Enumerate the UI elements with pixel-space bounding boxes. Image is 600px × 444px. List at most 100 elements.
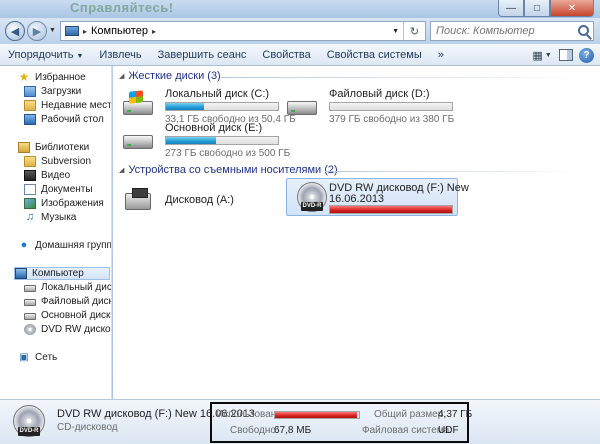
minimize-button[interactable]: —	[498, 0, 524, 17]
sidebar-item-libraries[interactable]: Библиотеки	[18, 141, 89, 154]
command-bar: Упорядочить ▼ Извлечь Завершить сеанс Сво…	[0, 44, 600, 66]
hard-drive-icon	[24, 299, 36, 306]
search-input[interactable]	[436, 25, 574, 37]
refresh-button[interactable]: ↻	[403, 22, 425, 40]
back-arrow-icon: ◀	[10, 25, 20, 38]
drive-tile-c[interactable]: Локальный диск (C:) 33,1 ГБ свободно из …	[121, 88, 296, 125]
sidebar-item-documents[interactable]: Документы	[24, 183, 93, 196]
navigation-pane: ★ Избранное Загрузки Недавние места Рабоч…	[0, 66, 112, 399]
content-area: ◢ Жесткие диски (3) Локальный диск (C:) 3…	[113, 66, 600, 399]
drive-usage-bar	[329, 102, 453, 111]
star-icon: ★	[18, 70, 30, 84]
sidebar-item-recent-places[interactable]: Недавние места	[24, 99, 112, 112]
total-size-label: Общий размер:	[374, 409, 447, 420]
address-bar[interactable]: ▸ Компьютер ▸ ▼ ↻	[60, 21, 426, 41]
sidebar-item-drive-d[interactable]: Файловый диск (D:)	[24, 295, 112, 308]
details-highlight-box: Использовано: Свободно: 67,8 МБ Общий ра…	[210, 402, 472, 443]
computer-icon	[65, 26, 79, 36]
title-bar: Справляйтесь! — □ ✕	[0, 0, 600, 18]
change-view-button[interactable]: ▦ ▼	[531, 47, 553, 63]
eject-button[interactable]: Извлечь	[91, 44, 149, 66]
system-properties-button[interactable]: Свойства системы	[319, 44, 430, 66]
address-history-dropdown[interactable]: ▼	[392, 28, 399, 35]
more-commands-button[interactable]: »	[430, 44, 452, 66]
breadcrumb-computer[interactable]: Компьютер	[91, 25, 148, 37]
drive-usage-fill	[166, 103, 205, 110]
filesystem-value: UDF	[438, 425, 459, 436]
hard-disks-group-header[interactable]: ◢ Жесткие диски (3)	[119, 70, 221, 82]
sidebar-item-video[interactable]: Видео	[24, 169, 70, 182]
drive-usage-fill	[330, 206, 452, 213]
subversion-library-icon	[24, 156, 36, 167]
view-controls: ▦ ▼ ?	[531, 47, 594, 63]
preview-pane-icon[interactable]	[559, 49, 573, 61]
drive-name: Основной диск (E:)	[165, 122, 263, 134]
sidebar-item-drive-e[interactable]: Основной диск (E:)	[24, 309, 111, 322]
dvd-badge: DVD-R	[18, 427, 40, 436]
drive-tile-e[interactable]: Основной диск (E:) 273 ГБ свободно из 50…	[121, 122, 290, 159]
properties-button[interactable]: Свойства	[254, 44, 318, 66]
end-session-button[interactable]: Завершить сеанс	[150, 44, 255, 66]
organize-label: Упорядочить	[8, 48, 74, 61]
forward-button[interactable]: ▶	[27, 21, 47, 41]
search-icon[interactable]	[578, 25, 589, 36]
desktop-icon	[24, 114, 36, 125]
free-label: Свободно:	[230, 425, 279, 436]
sidebar-item-downloads[interactable]: Загрузки	[24, 85, 81, 98]
sidebar-item-computer[interactable]: Компьютер	[14, 267, 110, 280]
dvd-disc-icon: DVD-R	[13, 405, 47, 439]
explorer-window: Справляйтесь! — □ ✕ ◀ ▶ ▼ ▸ Компьютер ▸ …	[0, 0, 600, 444]
hard-drive-icon	[24, 285, 36, 292]
libraries-icon	[18, 142, 30, 153]
sidebar-item-subversion[interactable]: Subversion	[24, 155, 91, 168]
selected-item-type: CD-дисковод	[57, 422, 118, 433]
dvd-drive-tile[interactable]: DVD-R DVD RW дисковод (F:) New 16.06.201…	[286, 178, 469, 216]
documents-library-icon	[24, 184, 36, 195]
sidebar-item-music[interactable]: ♫ Музыка	[24, 211, 77, 224]
help-icon[interactable]: ?	[579, 47, 594, 63]
hard-drive-icon	[285, 91, 317, 121]
floppy-drive-tile[interactable]: Дисковод (A:)	[121, 182, 271, 218]
drive-usage-bar	[165, 136, 279, 145]
sidebar-item-desktop[interactable]: Рабочий стол	[24, 113, 104, 126]
recent-pages-dropdown[interactable]: ▼	[49, 27, 56, 34]
back-button[interactable]: ◀	[5, 21, 25, 41]
group-title: Устройства со съемными носителями (2)	[128, 164, 338, 176]
chevron-down-icon: ▼	[76, 52, 84, 60]
sidebar-item-label: DVD RW дисковод (	[41, 324, 111, 335]
sidebar-item-label: Локальный диск (C	[41, 282, 112, 293]
search-box[interactable]	[430, 21, 594, 41]
drive-usage-bar	[329, 205, 453, 214]
drive-free-space: 379 ГБ свободно из 380 ГБ	[329, 114, 455, 125]
hard-drive-icon	[121, 90, 153, 121]
sidebar-item-label: Subversion	[41, 156, 92, 167]
breadcrumb-chevron-icon[interactable]: ▸	[152, 27, 156, 36]
sidebar-item-network[interactable]: ▣ Сеть	[18, 351, 57, 364]
used-space-fill	[275, 412, 358, 418]
address-row: ◀ ▶ ▼ ▸ Компьютер ▸ ▼ ↻	[0, 18, 600, 44]
sidebar-item-label: Изображения	[41, 198, 104, 209]
breadcrumb-separator-icon[interactable]: ▸	[83, 27, 87, 36]
sidebar-item-favorites[interactable]: ★ Избранное	[18, 71, 86, 84]
drive-usage-fill	[166, 137, 217, 144]
drive-free-space: 273 ГБ свободно из 500 ГБ	[165, 148, 291, 159]
details-pane: DVD-R DVD RW дисковод (F:) New 16.06.201…	[0, 399, 600, 444]
organize-button[interactable]: Упорядочить ▼	[0, 44, 91, 66]
windows-logo-icon	[129, 90, 143, 104]
sidebar-item-label: Избранное	[35, 72, 86, 83]
sidebar-item-dvd-drive[interactable]: DVD RW дисковод (	[24, 323, 111, 336]
removable-group-header[interactable]: ◢ Устройства со съемными носителями (2)	[119, 164, 338, 176]
sidebar-item-label: Видео	[41, 170, 71, 181]
maximize-button[interactable]: □	[524, 0, 550, 17]
used-space-bar	[274, 411, 360, 419]
sidebar-item-label: Домашняя группа	[35, 240, 112, 251]
collapse-triangle-icon: ◢	[119, 167, 125, 174]
sidebar-item-homegroup[interactable]: ● Домашняя группа	[18, 239, 112, 252]
close-button[interactable]: ✕	[550, 0, 594, 17]
sidebar-item-label: Файловый диск (D:)	[41, 296, 112, 307]
sidebar-item-drive-c[interactable]: Локальный диск (C	[24, 281, 112, 294]
view-grid-icon: ▦	[532, 49, 543, 62]
sidebar-item-pictures[interactable]: Изображения	[24, 197, 104, 210]
drive-tile-d[interactable]: Файловый диск (D:) 379 ГБ свободно из 38…	[285, 88, 485, 125]
sidebar-item-label: Недавние места	[41, 100, 112, 111]
